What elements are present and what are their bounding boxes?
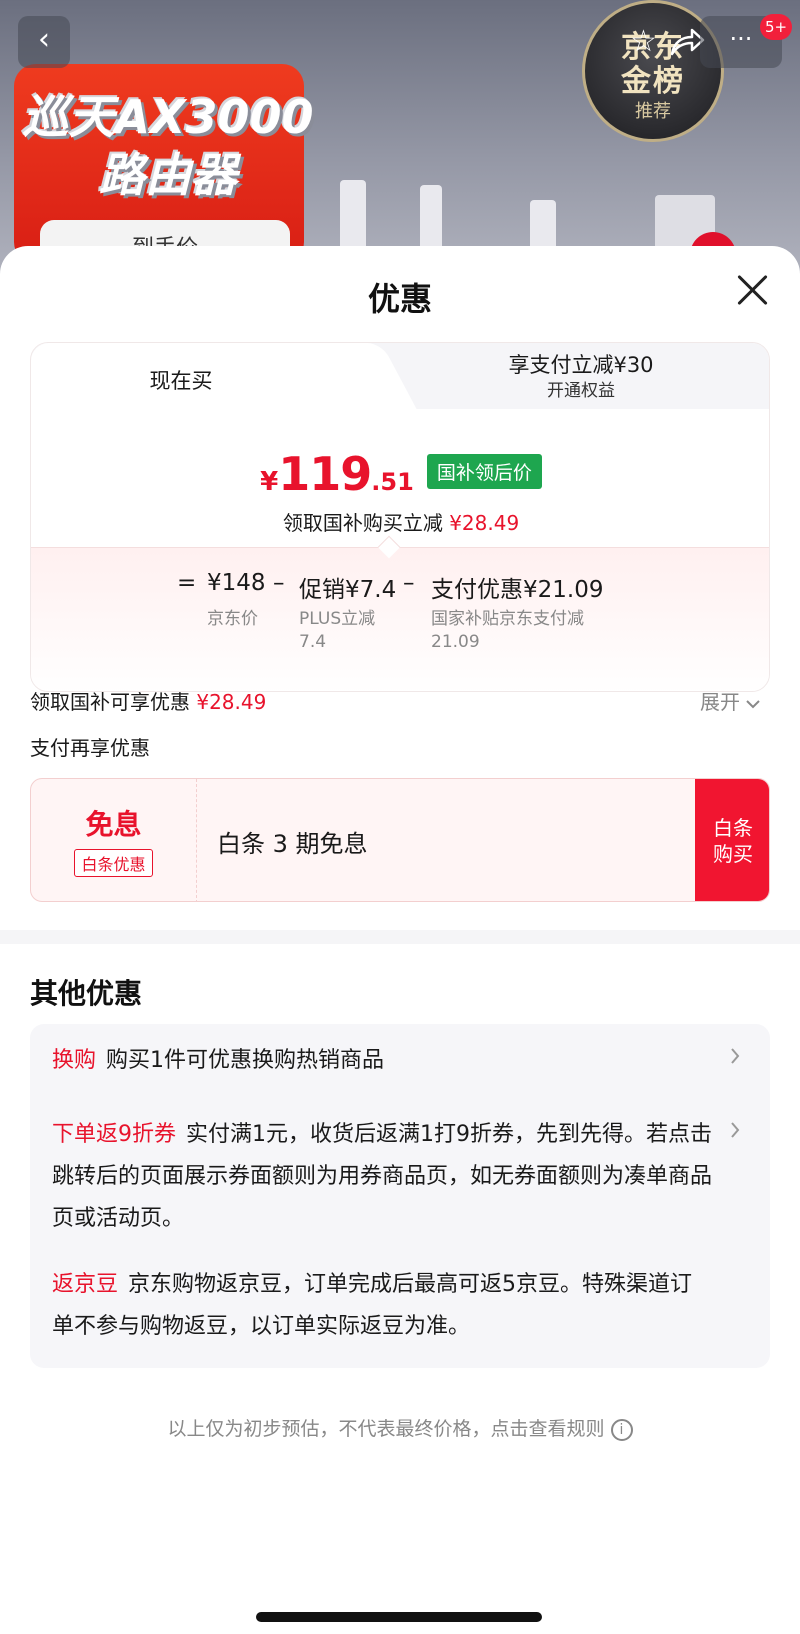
chevron-right-icon[interactable] [730,1046,740,1071]
more-icon: ··· [729,25,753,53]
chevron-down-icon [746,690,761,714]
pay-discount: 支付优惠¥21.09 [431,577,604,603]
list-item: 返京豆 京东购物返京豆，订单完成后最高可返5京豆。特殊渠道订单不参与购物返豆，以订… [52,1264,712,1348]
savings-amount: ¥28.49 [196,690,267,714]
promo-label-value: 7.4 [299,632,327,652]
tab-pay-discount[interactable]: 享支付立减¥30 开通权益 [411,351,751,403]
home-indicator [256,1612,542,1622]
expand-button[interactable]: 展开 [700,686,761,715]
list-item[interactable]: 换购 购买1件可优惠换购热销商品 [52,1040,712,1082]
info-icon[interactable]: i [610,1418,633,1441]
subsidy-savings: 领取国补可享优惠 ¥28.49 [30,686,266,715]
offer-tag: 返京豆 [52,1272,119,1297]
jd-price: ¥148 [207,570,266,596]
final-price-row: ¥119.51 国补领后价 [31,447,769,501]
baitiao-offer[interactable]: 免息 白条优惠 白条 3 期免息 白条 购买 [30,778,770,902]
sheet-title: 优惠 [367,280,432,318]
minus-sign: – [403,570,415,596]
claim-text: 领取国补购买立减 [282,511,443,535]
price-integer: 119 [278,447,372,501]
baitiao-description: 白条 3 期免息 [217,830,368,858]
price-decimal: .51 [371,468,414,496]
interest-free-label: 免息 [85,808,142,841]
pay-again-heading: 支付再享优惠 [30,736,150,760]
claim-line: 领取国补购买立减 ¥28.49 [31,507,769,536]
subsidy-price-tag: 国补领后价 [426,453,542,489]
baitiao-buy-button[interactable]: 白条 购买 [695,779,769,901]
notification-badge: 5+ [760,14,793,40]
savings-text: 领取国补可享优惠 [30,690,190,714]
discount-sheet: 优惠 现在买 享支付立减¥30 开通权益 ¥119.51 国补领后价 领取国补购… [0,246,800,1634]
medal-mid-text: 金榜 [621,64,685,99]
final-price: ¥119.51 [260,447,414,501]
medal-bottom-text: 推荐 [635,101,671,122]
promo-label: PLUS立减 [299,609,376,629]
other-offers-title: 其他优惠 [30,977,143,1010]
offer-text: 京东购物返京豆，订单完成后最高可返5京豆。特殊渠道订单不参与购物返豆，以订单实际… [52,1272,693,1339]
pay-discount-label: 国家补贴京东支付减 [431,609,584,629]
claim-amount: ¥28.49 [449,511,520,535]
equals-sign: = [177,570,197,596]
baitiao-left: 免息 白条优惠 [31,779,197,901]
pay-discount-label-value: 21.09 [431,632,480,652]
disclaimer[interactable]: 以上仅为初步预估，不代表最终价格，点击查看规则 i [0,1414,800,1441]
back-button[interactable]: ‹ [18,16,70,68]
disclaimer-text: 以上仅为初步预估，不代表最终价格，点击查看规则 [167,1418,605,1440]
other-offers-list: 换购 购买1件可优惠换购热销商品 下单返9折券 实付满1元，收货后返满1打9折券，先… [30,1024,770,1368]
minus-sign: – [273,570,285,596]
close-icon[interactable] [730,268,774,312]
back-arrow-icon: ‹ [38,22,50,57]
section-divider [0,930,800,944]
price-breakdown: = ¥148 – 促销¥7.4 – 支付优惠¥21.09 京东价 PLUS立减 … [31,547,769,691]
star-icon[interactable]: ☆ [630,24,668,62]
promo-title-line1: 巡天AX3000 [22,90,314,144]
offer-tag: 下单返9折券 [52,1122,176,1147]
chevron-right-icon[interactable] [730,1120,740,1145]
baitiao-buy-line2: 购买 [713,842,753,866]
tab-pay-discount-label: 享支付立减¥30 [508,353,654,377]
offer-text: 购买1件可优惠换购热销商品 [106,1048,385,1073]
list-item[interactable]: 下单返9折券 实付满1元，收货后返满1打9折券，先到先得。若点击跳转后的页面展示券… [52,1114,712,1240]
price-card: 现在买 享支付立减¥30 开通权益 ¥119.51 国补领后价 领取国补购买立减… [30,342,770,692]
offer-tag: 换购 [52,1048,97,1073]
tab-buy-now-label[interactable]: 现在买 [31,365,331,395]
baitiao-buy-line1: 白条 [713,816,753,840]
promo-title: 巡天AX3000 路由器 [18,88,318,204]
jd-price-label: 京东价 [207,609,258,629]
tab-pay-discount-sub: 开通权益 [547,381,615,401]
promo-title-line2: 路由器 [99,148,237,202]
promo-discount: 促销¥7.4 [299,577,397,603]
price-currency: ¥ [260,467,279,497]
baitiao-tag: 白条优惠 [74,849,153,877]
expand-label: 展开 [700,690,740,714]
